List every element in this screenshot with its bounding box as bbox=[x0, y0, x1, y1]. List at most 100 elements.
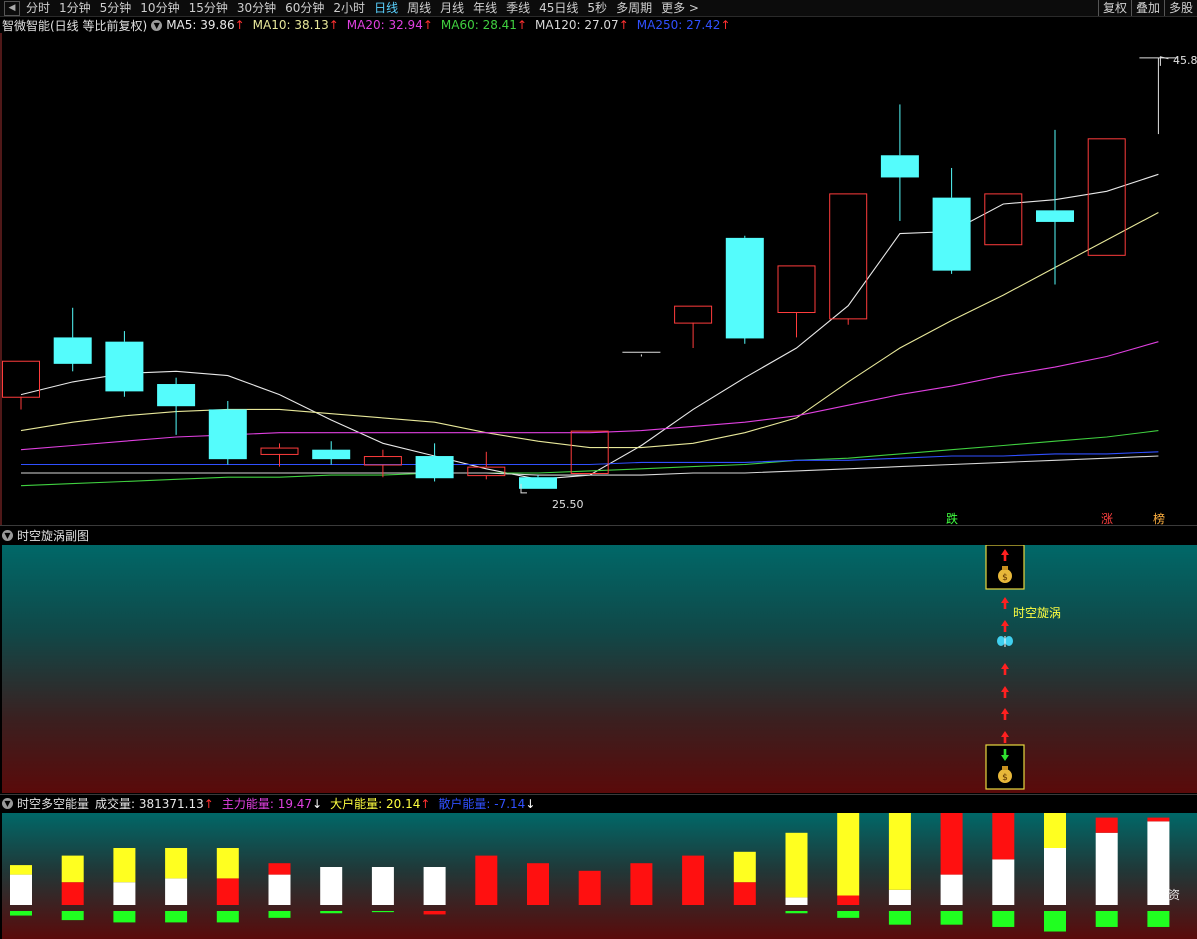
arrow-up-icon bbox=[1001, 597, 1009, 609]
arrow-up-icon bbox=[1001, 620, 1009, 632]
tab-period-7[interactable]: 2小时 bbox=[333, 0, 365, 16]
energy-bar bbox=[423, 867, 446, 915]
tab-period-8[interactable]: 日线 bbox=[374, 0, 398, 16]
chevron-down-icon[interactable]: ▼ bbox=[151, 19, 163, 31]
energy-legend-value: 大户能量: 20.14 bbox=[330, 796, 421, 811]
candle bbox=[415, 443, 454, 482]
arrow-up-icon: ↑ bbox=[618, 18, 629, 32]
tab-period-6[interactable]: 60分钟 bbox=[285, 0, 324, 16]
arrow-up-icon bbox=[1001, 686, 1009, 698]
toolbar-button-1[interactable]: 叠加 bbox=[1130, 0, 1164, 16]
tab-period-12[interactable]: 季线 bbox=[506, 0, 530, 16]
energy-bar bbox=[888, 813, 911, 925]
candle bbox=[1036, 129, 1074, 285]
tab-period-10[interactable]: 月线 bbox=[440, 0, 464, 16]
vortex-chart: $$ bbox=[985, 545, 1025, 790]
candle bbox=[208, 400, 247, 465]
energy-bar bbox=[61, 855, 84, 921]
ma-legend-value: MA250: 27.42 bbox=[636, 18, 721, 32]
tab-period-9[interactable]: 周线 bbox=[407, 0, 431, 16]
svg-text:$: $ bbox=[1002, 773, 1008, 783]
candle bbox=[260, 443, 299, 467]
energy-bar bbox=[216, 848, 239, 923]
arrow-up-icon: ↑ bbox=[203, 796, 214, 811]
chevron-down-icon[interactable]: ▼ bbox=[2, 797, 13, 809]
energy-legend-value: 主力能量: 19.47 bbox=[221, 796, 313, 811]
ma-line-ma5 bbox=[20, 173, 1159, 480]
candle bbox=[105, 331, 144, 397]
candle bbox=[1087, 138, 1126, 256]
energy-bar bbox=[578, 870, 601, 905]
vortex-label: 时空旋涡 bbox=[1013, 606, 1062, 620]
main-chart-legend: 智微智能(日线 等比前复权) ▼ MA5: 39.86↑ MA10: 38.13↑… bbox=[2, 17, 739, 33]
tab-period-13[interactable]: 45日线 bbox=[539, 0, 578, 16]
candle bbox=[157, 377, 196, 435]
ma-legend-ma60: MA60: 28.41↑ bbox=[441, 18, 527, 32]
candle bbox=[53, 307, 92, 372]
ma-legend-value: MA5: 39.86 bbox=[166, 18, 235, 32]
tab-period-14[interactable]: 5秒 bbox=[587, 0, 607, 16]
energy-bar bbox=[1147, 817, 1170, 927]
tab-period-16[interactable]: 更多 > bbox=[661, 0, 699, 16]
candle bbox=[725, 235, 764, 344]
ma-line-ma120 bbox=[21, 455, 1159, 476]
tab-period-3[interactable]: 10分钟 bbox=[140, 0, 179, 16]
energy-legend-value: 成交量: 381371.13 bbox=[95, 796, 204, 811]
money-bag-icon: $ bbox=[985, 744, 1025, 790]
tab-period-5[interactable]: 30分钟 bbox=[237, 0, 276, 16]
energy-bar bbox=[837, 813, 860, 918]
tab-period-4[interactable]: 15分钟 bbox=[189, 0, 228, 16]
money-bag-icon: $ bbox=[985, 545, 1025, 590]
tab-period-2[interactable]: 5分钟 bbox=[100, 0, 132, 16]
energy-bar bbox=[475, 855, 498, 905]
tab-period-1[interactable]: 1分钟 bbox=[59, 0, 91, 16]
arrow-up-icon: ↑ bbox=[516, 18, 527, 32]
high-price-label: 45.8 bbox=[1173, 54, 1197, 67]
low-price-label: 25.50 bbox=[552, 498, 584, 511]
chevron-down-icon[interactable]: ▼ bbox=[2, 529, 13, 541]
energy-bar bbox=[992, 813, 1015, 927]
candle bbox=[2, 360, 40, 410]
energy-legend-3: 散户能量: -7.14↓ bbox=[438, 795, 535, 812]
candle bbox=[880, 104, 919, 221]
ma-legend-ma10: MA10: 38.13↑ bbox=[253, 18, 339, 32]
arrow-up-icon: ↑ bbox=[422, 18, 433, 32]
candle bbox=[932, 167, 971, 274]
sub-chart1-title: 时空旋涡副图 bbox=[17, 528, 90, 543]
arrow-up-icon: ↑ bbox=[420, 796, 431, 811]
sub-chart1-header: ▼ 时空旋涡副图 bbox=[2, 527, 89, 543]
arrow-down-icon: ↓ bbox=[312, 796, 323, 811]
ma-legend-ma5: MA5: 39.86↑ bbox=[166, 18, 244, 32]
tab-period-11[interactable]: 年线 bbox=[473, 0, 497, 16]
back-icon[interactable]: ◀ bbox=[4, 0, 20, 16]
svg-text:$: $ bbox=[1002, 573, 1008, 583]
arrow-up-icon: ↑ bbox=[328, 18, 339, 32]
energy-legend-value: 散户能量: -7.14 bbox=[438, 796, 526, 811]
candle bbox=[1139, 57, 1178, 135]
candle bbox=[984, 193, 1023, 246]
ma-line-ma10 bbox=[20, 212, 1159, 449]
energy-bar bbox=[371, 867, 394, 913]
arrow-up-icon: ↑ bbox=[234, 18, 245, 32]
ma-legend-value: MA120: 27.07 bbox=[535, 18, 619, 32]
arrow-up-icon bbox=[1001, 708, 1009, 720]
toolbar-button-2[interactable]: 多股 bbox=[1163, 0, 1197, 16]
energy-bar bbox=[630, 863, 653, 905]
candle bbox=[777, 265, 816, 338]
arrow-up-icon bbox=[1001, 663, 1009, 675]
ma-legend-ma20: MA20: 32.94↑ bbox=[347, 18, 433, 32]
ma-legend-value: MA10: 38.13 bbox=[252, 18, 329, 32]
energy-bar bbox=[785, 832, 808, 914]
candle bbox=[622, 351, 661, 357]
energy-bar bbox=[940, 813, 963, 925]
butterfly-icon bbox=[997, 636, 1013, 647]
energy-bar bbox=[113, 848, 136, 923]
tab-period-15[interactable]: 多周期 bbox=[616, 0, 652, 16]
ma-legend-ma120: MA120: 27.07↑ bbox=[535, 18, 629, 32]
arrow-down-icon: ↓ bbox=[525, 796, 536, 811]
tab-period-0[interactable]: 分时 bbox=[26, 0, 50, 16]
energy-bar bbox=[268, 863, 291, 918]
toolbar-button-0[interactable]: 复权 bbox=[1097, 0, 1131, 16]
energy-bar bbox=[1095, 817, 1118, 927]
energy-bar bbox=[682, 855, 705, 905]
